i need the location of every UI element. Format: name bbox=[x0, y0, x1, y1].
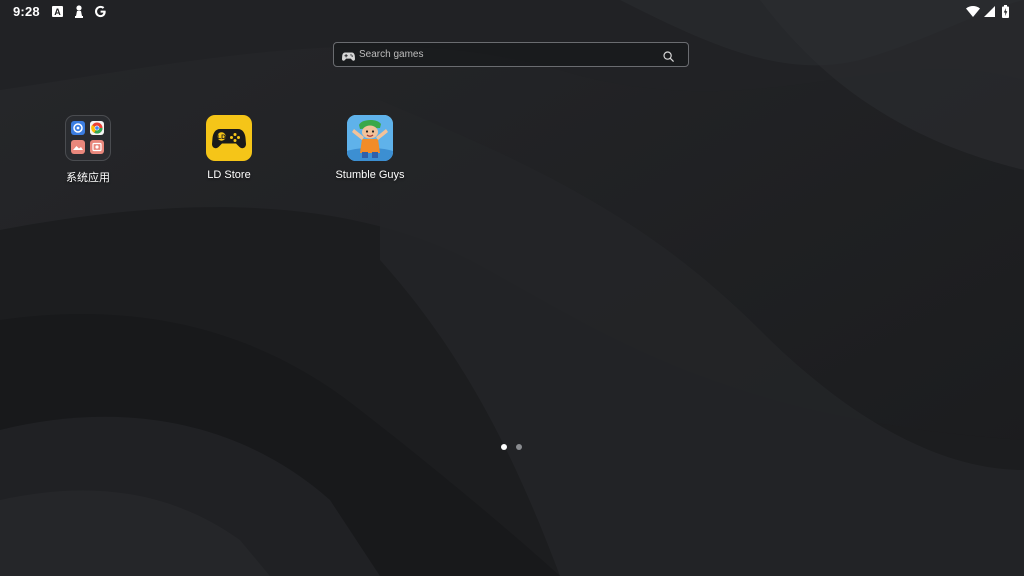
settings-mini-icon bbox=[71, 121, 85, 135]
photos-mini-icon bbox=[90, 140, 104, 154]
search-input[interactable] bbox=[359, 46, 659, 63]
battery-charging-icon bbox=[1001, 5, 1010, 18]
search-icon[interactable] bbox=[663, 49, 674, 67]
ld-store-gamepad-icon: LD bbox=[206, 115, 252, 161]
pawn-notification-icon bbox=[73, 5, 84, 18]
app-label: Stumble Guys bbox=[335, 169, 405, 181]
gallery-mini-icon bbox=[71, 140, 85, 154]
cell-signal-icon bbox=[983, 5, 995, 18]
app-label: 系统应用 bbox=[66, 172, 110, 184]
status-time: 9:28 bbox=[13, 4, 40, 19]
wallpaper bbox=[0, 0, 1024, 576]
page-indicator bbox=[497, 443, 527, 451]
stumble-guys-icon bbox=[347, 115, 393, 161]
search-bar[interactable] bbox=[333, 42, 689, 67]
gamepad-icon bbox=[342, 49, 355, 67]
status-bar: 9:28 A bbox=[0, 0, 1024, 24]
app-ld-store[interactable]: LD LD Store bbox=[179, 114, 279, 190]
svg-text:LD: LD bbox=[217, 134, 226, 141]
app-stumble-guys[interactable]: Stumble Guys bbox=[320, 114, 420, 190]
google-notification-icon bbox=[93, 5, 107, 18]
wifi-icon bbox=[966, 5, 980, 18]
page-dot-inactive[interactable] bbox=[516, 444, 522, 450]
page-dot-active[interactable] bbox=[501, 444, 507, 450]
app-label: LD Store bbox=[207, 169, 251, 181]
text-a-notification-icon: A bbox=[52, 5, 63, 18]
svg-text:A: A bbox=[54, 7, 61, 17]
system-apps-folder-icon bbox=[65, 115, 111, 161]
home-screen: 9:28 A Search games 系统应用 LD LD Store Stu… bbox=[0, 0, 1024, 576]
app-system-apps-folder[interactable]: 系统应用 bbox=[38, 114, 138, 190]
chrome-mini-icon bbox=[90, 121, 104, 135]
